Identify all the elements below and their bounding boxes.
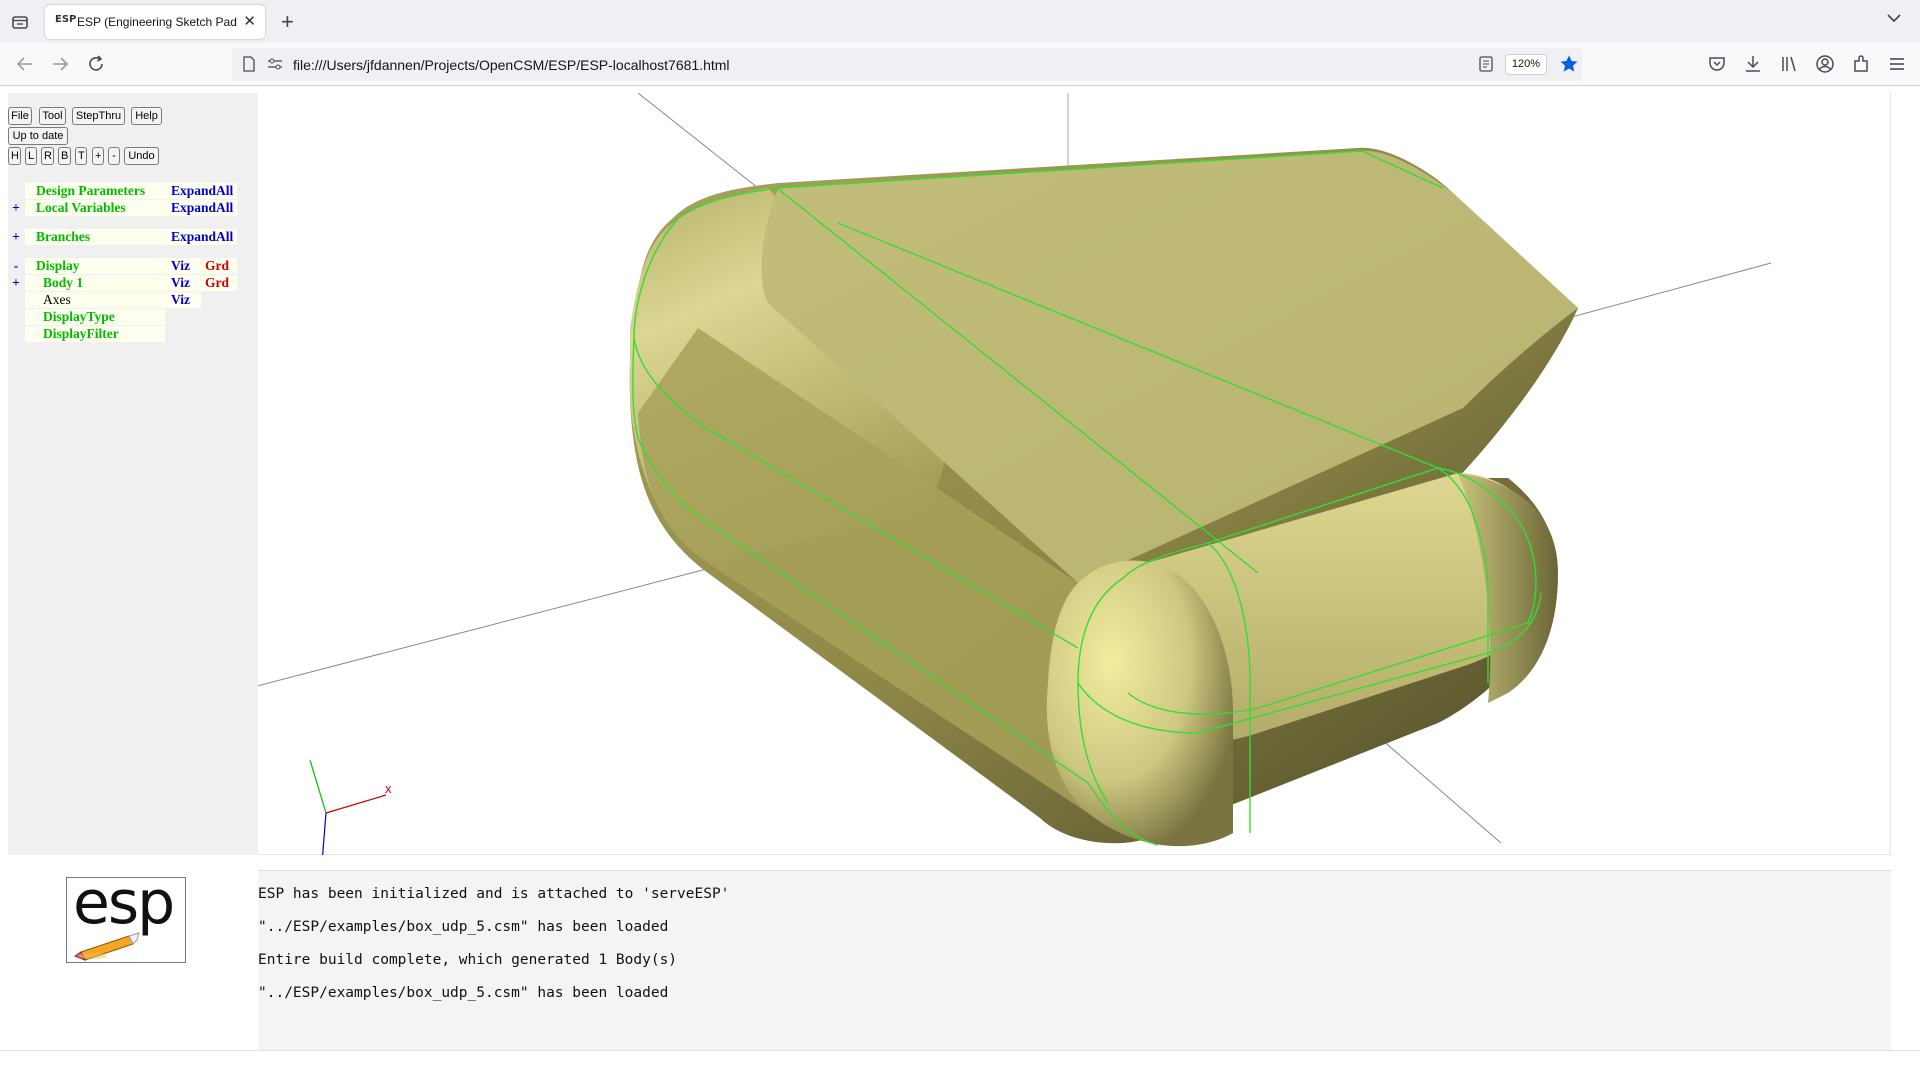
browser-nav-bar: file:///Users/jfdannen/Projects/OpenCSM/… <box>0 43 1920 86</box>
file-button[interactable]: File <box>8 107 32 125</box>
reload-icon[interactable] <box>85 53 107 75</box>
tree-label-body-1[interactable]: Body 1 <box>25 275 165 291</box>
tree-toggle-empty <box>8 309 24 325</box>
pencil-icon <box>73 932 140 961</box>
undo-button[interactable]: Undo <box>124 147 159 165</box>
message-line: "../ESP/examples/box_udp_5.csm" has been… <box>258 985 669 1001</box>
message-line: ESP has been initialized and is attached… <box>258 886 730 902</box>
extensions-icon[interactable] <box>1850 53 1872 75</box>
tree-label-display[interactable]: Display <box>25 258 165 274</box>
tool-button[interactable]: Tool <box>39 107 66 125</box>
message-log: ESP has been initialized and is attached… <box>258 870 1891 1050</box>
tree-row-local-variables: + Local Variables ExpandAll <box>8 200 238 217</box>
tree-row-axes: Axes Viz <box>8 292 238 309</box>
view-left-button[interactable]: L <box>25 147 37 165</box>
tree-label-axes[interactable]: Axes <box>25 292 165 308</box>
message-line: Entire build complete, which generated 1… <box>258 952 678 968</box>
build-status-button[interactable]: Up to date <box>8 127 68 145</box>
pocket-icon[interactable] <box>1706 53 1728 75</box>
account-icon[interactable] <box>1814 53 1836 75</box>
address-bar[interactable]: file:///Users/jfdannen/Projects/OpenCSM/… <box>232 48 1582 81</box>
tree-toggle-empty <box>8 326 24 342</box>
close-tab-icon[interactable]: ✕ <box>243 12 256 30</box>
permissions-icon[interactable] <box>267 57 283 76</box>
tree-row-display: - Display Viz Grd <box>8 258 238 275</box>
esp-logo: esp <box>66 868 186 963</box>
tree-toggle-empty <box>8 292 24 308</box>
view-top-button[interactable]: T <box>75 147 87 165</box>
tab-list-icon[interactable] <box>10 12 30 32</box>
page-icon <box>242 56 256 77</box>
logo-panel: esp <box>8 868 244 1052</box>
expand-toggle[interactable]: + <box>8 200 24 216</box>
grd-toggle[interactable]: Grd <box>201 275 237 291</box>
tree-row-design-parameters: Design Parameters ExpandAll <box>8 183 238 200</box>
esp-favicon-icon: ESP <box>55 14 77 25</box>
expand-toggle[interactable]: + <box>8 229 24 245</box>
collapse-toggle[interactable]: - <box>8 258 24 274</box>
downloads-icon[interactable] <box>1742 53 1764 75</box>
tree-label-display-type[interactable]: DisplayType <box>25 309 165 325</box>
url-text: file:///Users/jfdannen/Projects/OpenCSM/… <box>293 57 730 73</box>
browser-tab-esp[interactable]: ESP ESP (Engineering Sketch Pad, V ✕ <box>45 5 265 39</box>
help-button[interactable]: Help <box>131 107 162 125</box>
zoom-out-button[interactable]: - <box>108 147 120 165</box>
tree-label-display-filter[interactable]: DisplayFilter <box>25 326 165 342</box>
tree-toggle[interactable] <box>8 183 24 199</box>
forward-arrow-icon[interactable] <box>49 53 71 75</box>
expandall-link[interactable]: ExpandAll <box>165 229 237 245</box>
expandall-link[interactable]: ExpandAll <box>165 183 237 199</box>
stepthru-button[interactable]: StepThru <box>72 107 125 125</box>
browser-tab-bar: ESP ESP (Engineering Sketch Pad, V ✕ + <box>0 0 1920 43</box>
expand-toggle[interactable]: + <box>8 275 24 291</box>
bottom-divider <box>0 1050 1920 1080</box>
new-tab-icon[interactable]: + <box>281 9 294 35</box>
tree-row-branches: + Branches ExpandAll <box>8 229 238 246</box>
tree-row-body-1: + Body 1 Viz Grd <box>8 275 238 292</box>
hamburger-menu-icon[interactable] <box>1886 53 1908 75</box>
library-icon[interactable] <box>1778 53 1800 75</box>
reader-view-icon[interactable] <box>1479 56 1493 77</box>
tree-row-display-type: DisplayType <box>8 309 238 326</box>
axis-triad: x <box>309 759 392 864</box>
graphics-canvas[interactable]: x <box>229 92 1891 864</box>
tree-label-branches[interactable]: Branches <box>25 229 165 245</box>
view-right-button[interactable]: R <box>41 147 54 165</box>
tab-title: ESP (Engineering Sketch Pad, V <box>77 15 237 29</box>
zoom-level-badge[interactable]: 120% <box>1505 54 1547 75</box>
grd-toggle[interactable]: Grd <box>201 258 237 274</box>
chevron-down-icon[interactable] <box>1886 10 1902 31</box>
viz-toggle[interactable]: Viz <box>165 258 201 274</box>
message-line: "../ESP/examples/box_udp_5.csm" has been… <box>258 919 669 935</box>
viz-toggle[interactable]: Viz <box>165 275 201 291</box>
back-arrow-icon[interactable] <box>14 53 36 75</box>
tree-label-local-variables[interactable]: Local Variables <box>25 200 165 216</box>
view-home-button[interactable]: H <box>8 147 21 165</box>
esp-logo-text: esp <box>73 868 175 938</box>
zoom-in-button[interactable]: + <box>92 147 104 165</box>
body-render: x <box>229 92 1772 864</box>
tree-row-display-filter: DisplayFilter <box>8 326 238 343</box>
bookmark-star-icon[interactable] <box>1559 54 1579 79</box>
triad-x-label: x <box>385 781 392 796</box>
view-bottom-button[interactable]: B <box>58 147 71 165</box>
expandall-link[interactable]: ExpandAll <box>165 200 237 216</box>
tree-label-design-parameters[interactable]: Design Parameters <box>25 183 165 199</box>
viz-toggle[interactable]: Viz <box>165 292 201 308</box>
